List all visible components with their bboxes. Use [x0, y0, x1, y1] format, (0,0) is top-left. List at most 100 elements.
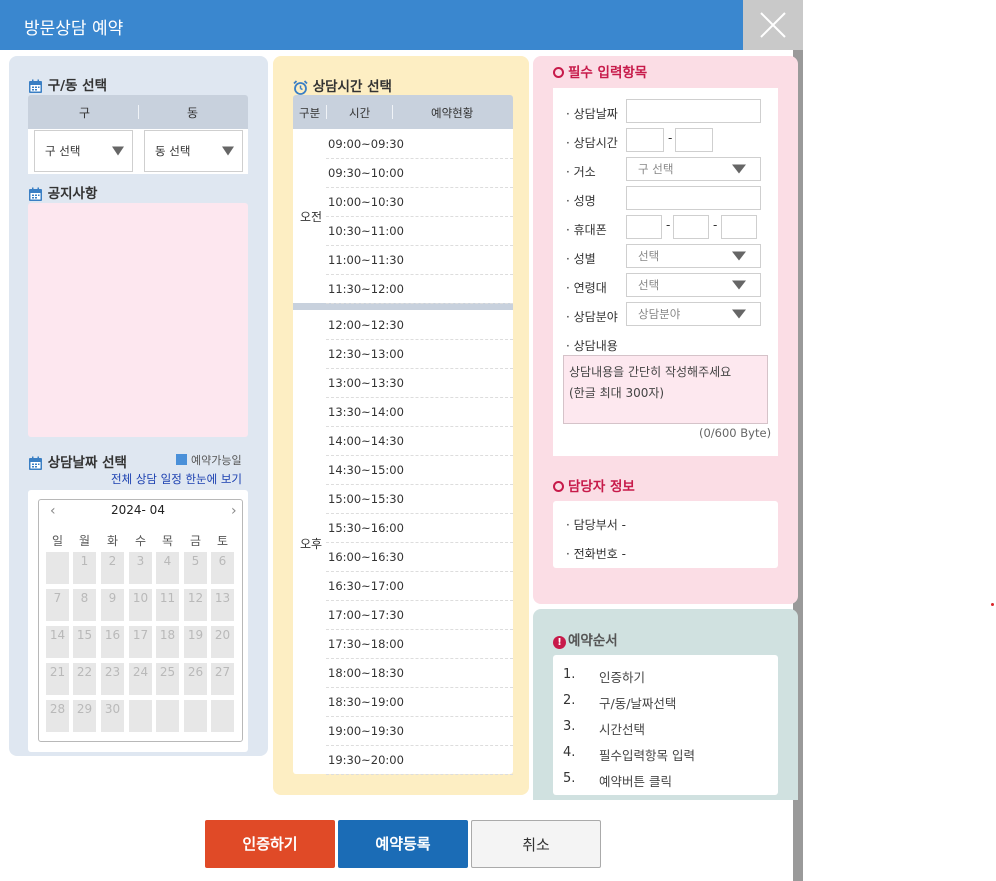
calendar-day[interactable]: 18 — [156, 626, 179, 658]
calendar-day[interactable]: 19 — [184, 626, 207, 658]
dong-select[interactable]: 동 선택 — [144, 130, 243, 172]
calendar-day[interactable] — [211, 700, 234, 732]
calendar-day[interactable]: 13 — [211, 589, 234, 621]
time-start-input[interactable] — [626, 128, 664, 152]
calendar-day[interactable]: 6 — [211, 552, 234, 584]
time-slot-row[interactable]: 15:30~16:00 — [326, 514, 513, 543]
calendar-day[interactable]: 30 — [101, 700, 124, 732]
time-slot-row[interactable]: 16:30~17:00 — [326, 572, 513, 601]
calendar-day[interactable]: 20 — [211, 626, 234, 658]
close-icon — [760, 12, 786, 38]
calendar-prev-button[interactable]: ‹ — [50, 503, 56, 519]
calendar-day[interactable]: 10 — [129, 589, 152, 621]
calendar-day[interactable]: 1 — [73, 552, 96, 584]
calendar-day[interactable]: 9 — [101, 589, 124, 621]
calendar-day[interactable]: 8 — [73, 589, 96, 621]
dash: - — [668, 131, 673, 145]
time-slot-row[interactable]: 13:30~14:00 — [326, 398, 513, 427]
gender-select[interactable]: 선택 — [626, 244, 761, 268]
time-slot-row[interactable]: 09:00~09:30 — [326, 130, 513, 159]
all-schedule-link[interactable]: 전체 상담 일정 한눈에 보기 — [111, 471, 242, 487]
field-select[interactable]: 상담분야 — [626, 302, 761, 326]
calendar-day[interactable]: 17 — [129, 626, 152, 658]
time-slot-label: 14:30~15:00 — [328, 463, 404, 477]
calendar-icon — [29, 187, 42, 201]
age-select[interactable]: 선택 — [626, 273, 761, 297]
time-slot-row[interactable]: 11:00~11:30 — [326, 246, 513, 275]
time-slot-label: 10:30~11:00 — [328, 224, 404, 238]
notice-box — [28, 203, 248, 437]
residence-select[interactable]: 구 선택 — [626, 157, 761, 181]
dash: - — [713, 218, 718, 232]
calendar-day[interactable]: 14 — [46, 626, 69, 658]
phone-part3-input[interactable] — [721, 215, 757, 239]
weekday-label: 수 — [134, 534, 147, 548]
time-slot-row[interactable]: 14:00~14:30 — [326, 427, 513, 456]
date-input[interactable] — [626, 99, 761, 123]
chevron-down-icon — [732, 164, 746, 174]
time-slot-row[interactable]: 19:30~20:00 — [326, 746, 513, 775]
calendar-day[interactable]: 15 — [73, 626, 96, 658]
manager-dept: · 담당부서 - — [566, 518, 626, 532]
time-end-input[interactable] — [675, 128, 713, 152]
col-status: 예약현황 — [431, 106, 474, 120]
calendar-day[interactable]: 22 — [73, 663, 96, 695]
calendar-day[interactable]: 5 — [184, 552, 207, 584]
time-slot-row[interactable]: 14:30~15:00 — [326, 456, 513, 485]
time-slot-row[interactable]: 12:00~12:30 — [326, 311, 513, 340]
time-slot-label: 17:00~17:30 — [328, 608, 404, 622]
cancel-button[interactable]: 취소 — [471, 820, 601, 868]
calendar-day[interactable]: 26 — [184, 663, 207, 695]
verify-button[interactable]: 인증하기 — [205, 820, 335, 868]
weekday-label: 토 — [216, 534, 229, 548]
calendar-day[interactable]: 28 — [46, 700, 69, 732]
time-slot-row[interactable]: 10:30~11:00 — [326, 217, 513, 246]
register-button[interactable]: 예약등록 — [338, 820, 468, 868]
calendar-day[interactable]: 12 — [184, 589, 207, 621]
calendar-day[interactable]: 11 — [156, 589, 179, 621]
time-slot-row[interactable]: 13:00~13:30 — [326, 369, 513, 398]
calendar-day[interactable] — [156, 700, 179, 732]
calendar-day[interactable]: 7 — [46, 589, 69, 621]
phone-part2-input[interactable] — [673, 215, 709, 239]
modal-titlebar: 방문상담 예약 — [0, 0, 803, 50]
calendar-day[interactable]: 2 — [101, 552, 124, 584]
col-time: 시간 — [349, 106, 371, 120]
gu-select[interactable]: 구 선택 — [34, 130, 133, 172]
calendar-day[interactable]: 3 — [129, 552, 152, 584]
time-slot-row[interactable]: 12:30~13:00 — [326, 340, 513, 369]
close-button[interactable] — [743, 0, 803, 50]
calendar-day[interactable]: 16 — [101, 626, 124, 658]
calendar-day[interactable]: 25 — [156, 663, 179, 695]
time-slot-row[interactable]: 17:30~18:00 — [326, 630, 513, 659]
calendar-day[interactable]: 21 — [46, 663, 69, 695]
time-slot-row[interactable]: 10:00~10:30 — [326, 188, 513, 217]
calendar-day[interactable]: 29 — [73, 700, 96, 732]
calendar-day[interactable] — [129, 700, 152, 732]
calendar-day[interactable]: 24 — [129, 663, 152, 695]
calendar-icon — [29, 456, 42, 470]
time-slot-row[interactable]: 17:00~17:30 — [326, 601, 513, 630]
calendar-next-button[interactable]: › — [231, 503, 237, 519]
gudong-header: 구 동 — [28, 95, 248, 129]
time-slot-label: 15:30~16:00 — [328, 521, 404, 535]
time-slot-label: 18:00~18:30 — [328, 666, 404, 680]
time-slot-label: 09:30~10:00 — [328, 166, 404, 180]
calendar-day[interactable]: 27 — [211, 663, 234, 695]
time-slot-row[interactable]: 18:00~18:30 — [326, 659, 513, 688]
time-slot-row[interactable]: 18:30~19:00 — [326, 688, 513, 717]
name-input[interactable] — [626, 186, 761, 210]
time-slot-row[interactable]: 19:00~19:30 — [326, 717, 513, 746]
content-textarea[interactable]: 상담내용을 간단히 작성해주세요 (한글 최대 300자) — [563, 355, 768, 424]
calendar-day[interactable] — [46, 552, 69, 584]
time-slot-row[interactable]: 09:30~10:00 — [326, 159, 513, 188]
time-slot-row[interactable]: 11:30~12:00 — [326, 275, 513, 304]
step-number: 1. — [563, 667, 576, 682]
time-slot-row[interactable]: 16:00~16:30 — [326, 543, 513, 572]
time-slot-row[interactable]: 15:00~15:30 — [326, 485, 513, 514]
calendar-day[interactable]: 23 — [101, 663, 124, 695]
phone-part1-input[interactable] — [626, 215, 662, 239]
calendar-day[interactable]: 4 — [156, 552, 179, 584]
circle-icon — [553, 481, 564, 492]
calendar-day[interactable] — [184, 700, 207, 732]
